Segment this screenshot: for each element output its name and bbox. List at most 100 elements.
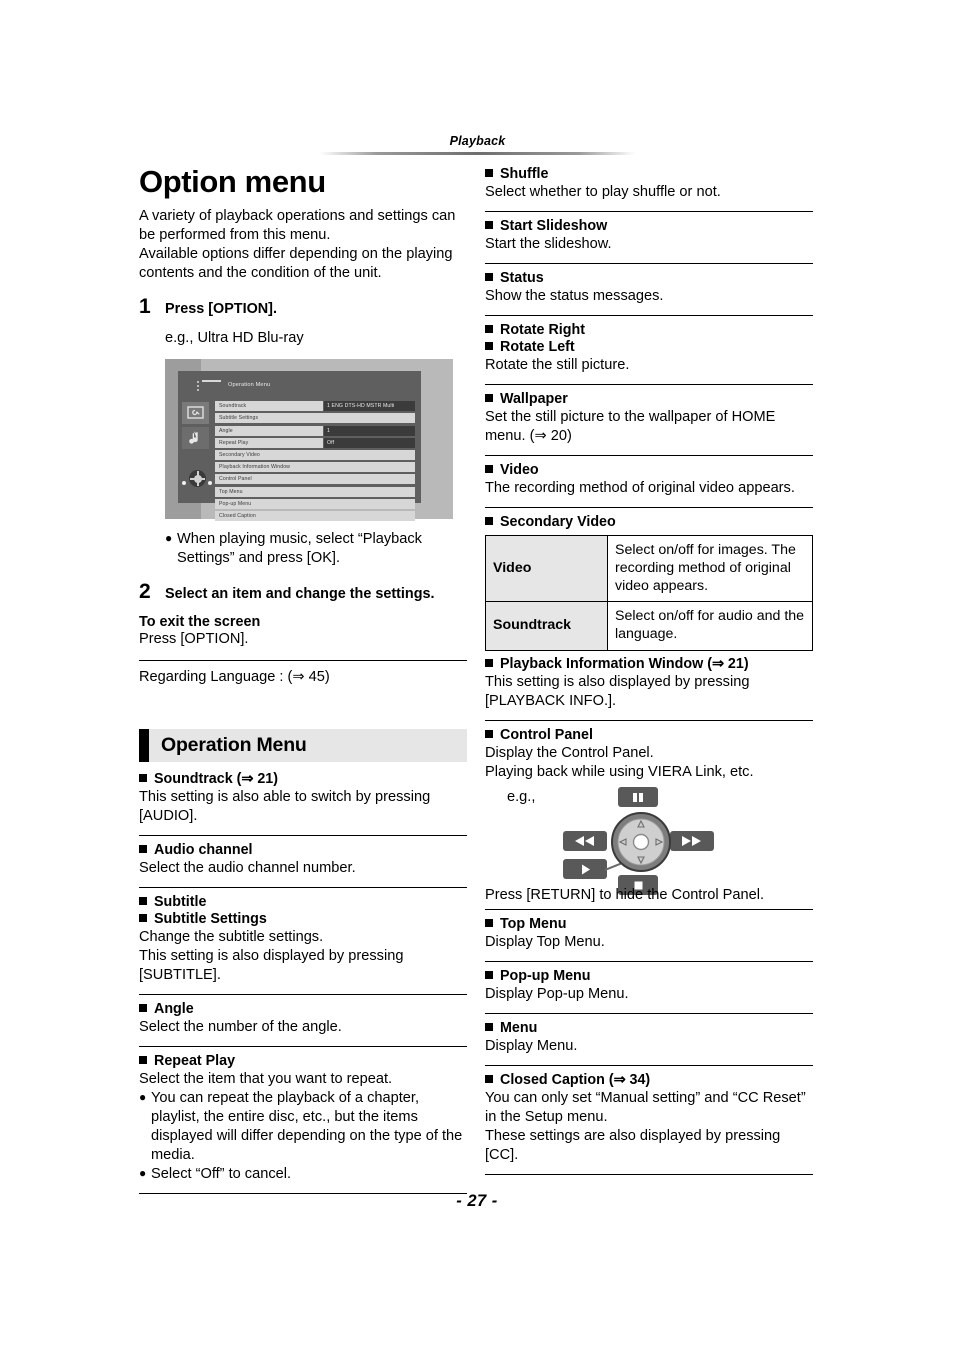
item-body: You can only set “Manual setting” and “C… <box>485 1090 806 1163</box>
square-bullet-icon <box>139 845 147 854</box>
screenshot-row-value: 1 ENG DTS-HD MSTR Multi <box>324 401 415 412</box>
item-heading: Start Slideshow <box>485 218 813 234</box>
divider <box>485 262 813 264</box>
square-bullet-icon <box>139 897 147 906</box>
item-heading: Closed Caption (⇒ 34) <box>485 1072 813 1088</box>
note-text: When playing music, select “Playback Set… <box>177 531 422 567</box>
table-row: Video Select on/off for images. The reco… <box>485 534 813 603</box>
item-body: Change the subtitle settings. This setti… <box>139 929 404 984</box>
table-cell-key: Video <box>485 534 608 603</box>
screenshot-row: Control Panel <box>215 474 415 485</box>
item-body: This setting is also able to switch by p… <box>139 789 431 825</box>
divider <box>485 1065 813 1067</box>
right-column: Shuffle Select whether to play shuffle o… <box>485 166 813 1181</box>
item-body: Set the still picture to the wallpaper o… <box>485 408 776 444</box>
pause-icon <box>618 787 658 808</box>
item-heading: Menu <box>485 1020 813 1036</box>
secondary-video-table: Video Select on/off for images. The reco… <box>485 534 813 652</box>
item-bullet-text: Select “Off” to cancel. <box>151 1165 292 1182</box>
item-heading-text: Menu <box>500 1020 538 1037</box>
video-settings-icon <box>182 402 209 425</box>
item-heading: Repeat Play <box>139 1053 467 1069</box>
square-bullet-icon <box>485 919 493 928</box>
square-bullet-icon <box>485 516 493 525</box>
step-1: 1 Press [OPTION]. <box>139 296 467 318</box>
item-body: Show the status messages. <box>485 287 664 304</box>
header-rule <box>320 152 635 155</box>
item-body: Select the number of the angle. <box>139 1019 342 1036</box>
item-heading-text: Subtitle <box>154 894 207 911</box>
screenshot-row: Closed Caption <box>215 510 415 521</box>
item-heading: Soundtrack (⇒ 21) <box>139 771 467 787</box>
bullet-glyph: ● <box>139 1165 147 1180</box>
item-rotate: Rotate Right Rotate Left Rotate the stil… <box>485 322 813 375</box>
item-heading: Angle <box>139 1001 467 1017</box>
item-heading-text: Shuffle <box>500 166 549 182</box>
item-status: Status Show the status messages. <box>485 270 813 306</box>
step-2-text: Select an item and change the settings. <box>165 586 435 603</box>
item-heading-text: Rotate Left <box>500 338 575 355</box>
item-heading: Audio channel <box>139 842 467 858</box>
screenshot-row-value: 1 <box>324 425 415 436</box>
item-body: This setting is also displayed by pressi… <box>485 674 750 710</box>
item-heading-text: Rotate Right <box>500 321 585 338</box>
square-bullet-icon <box>485 272 493 281</box>
screenshot-row-label: Top Menu <box>215 486 415 497</box>
divider <box>485 314 813 316</box>
intro-paragraph: A variety of playback operations and set… <box>139 208 456 282</box>
square-bullet-icon <box>485 464 493 473</box>
screenshot-row: Secondary Video <box>215 450 415 460</box>
square-bullet-icon <box>485 1075 493 1084</box>
item-body: The recording method of original video a… <box>485 479 795 496</box>
control-panel-after-text: Press [RETURN] to hide the Control Panel… <box>485 887 765 904</box>
left-column: Option menu A variety of playback operat… <box>139 164 467 1200</box>
item-heading-text: Secondary Video <box>500 513 616 530</box>
square-bullet-icon <box>485 971 493 980</box>
page-title: Option menu <box>139 164 326 199</box>
square-bullet-icon <box>139 774 147 783</box>
screenshot-row-label: Angle <box>215 425 323 436</box>
item-heading: Subtitle <box>139 894 467 910</box>
screenshot-row-label: Pop-up Menu <box>215 498 415 509</box>
note-playback-settings: ● When playing music, select “Playback S… <box>165 530 467 568</box>
screenshot-row-label: Closed Caption <box>215 510 415 521</box>
item-heading-text: Pop-up Menu <box>500 968 591 985</box>
square-bullet-icon <box>485 341 493 350</box>
divider <box>139 1046 467 1048</box>
music-note-icon <box>182 427 209 450</box>
running-head-text: Playback <box>449 134 506 148</box>
square-bullet-icon <box>485 169 493 177</box>
screenshot-row-label: Soundtrack <box>215 401 323 412</box>
item-heading: Top Menu <box>485 916 813 932</box>
screenshot-row: Soundtrack 1 ENG DTS-HD MSTR Multi <box>215 401 415 412</box>
item-bullet-text: You can repeat the playback of a chapter… <box>151 1090 463 1163</box>
item-body: Start the slideshow. <box>485 235 612 252</box>
screenshot-row: Subtitle Settings <box>215 413 415 424</box>
item-heading: Wallpaper <box>485 391 813 407</box>
item-heading: Rotate Right <box>485 322 813 338</box>
screenshot-row: Top Menu <box>215 486 415 497</box>
band-accent-bar <box>139 729 149 763</box>
item-heading-text: Status <box>500 269 544 286</box>
item-heading-secondary: Subtitle Settings <box>139 911 467 927</box>
item-bullet: ● Select “Off” to cancel. <box>139 1165 467 1184</box>
item-heading-text: Video <box>500 461 539 478</box>
screenshot-row-label: Control Panel <box>215 474 415 485</box>
screenshot-row: Angle 1 <box>215 425 415 436</box>
item-body: Select the item that you want to repeat. <box>139 1071 393 1088</box>
item-heading-text: Audio channel <box>154 842 253 859</box>
item-heading: Pop-up Menu <box>485 968 813 984</box>
fast-forward-icon <box>670 831 714 852</box>
item-closed-caption: Closed Caption (⇒ 34) You can only set “… <box>485 1072 813 1165</box>
item-body: Display Pop-up Menu. <box>485 986 629 1003</box>
item-soundtrack: Soundtrack (⇒ 21) This setting is also a… <box>139 771 467 826</box>
item-heading: Status <box>485 270 813 286</box>
item-subtitle: Subtitle Subtitle Settings Change the su… <box>139 894 467 985</box>
screenshot-row: Repeat Play Off <box>215 437 415 448</box>
item-playback-information-window: Playback Information Window (⇒ 21) This … <box>485 656 813 711</box>
screenshot-row-label: Subtitle Settings <box>215 413 415 424</box>
table-cell-key: Soundtrack <box>485 601 608 652</box>
item-wallpaper: Wallpaper Set the still picture to the w… <box>485 391 813 446</box>
divider <box>485 1173 813 1175</box>
item-heading: Secondary Video <box>485 514 813 530</box>
